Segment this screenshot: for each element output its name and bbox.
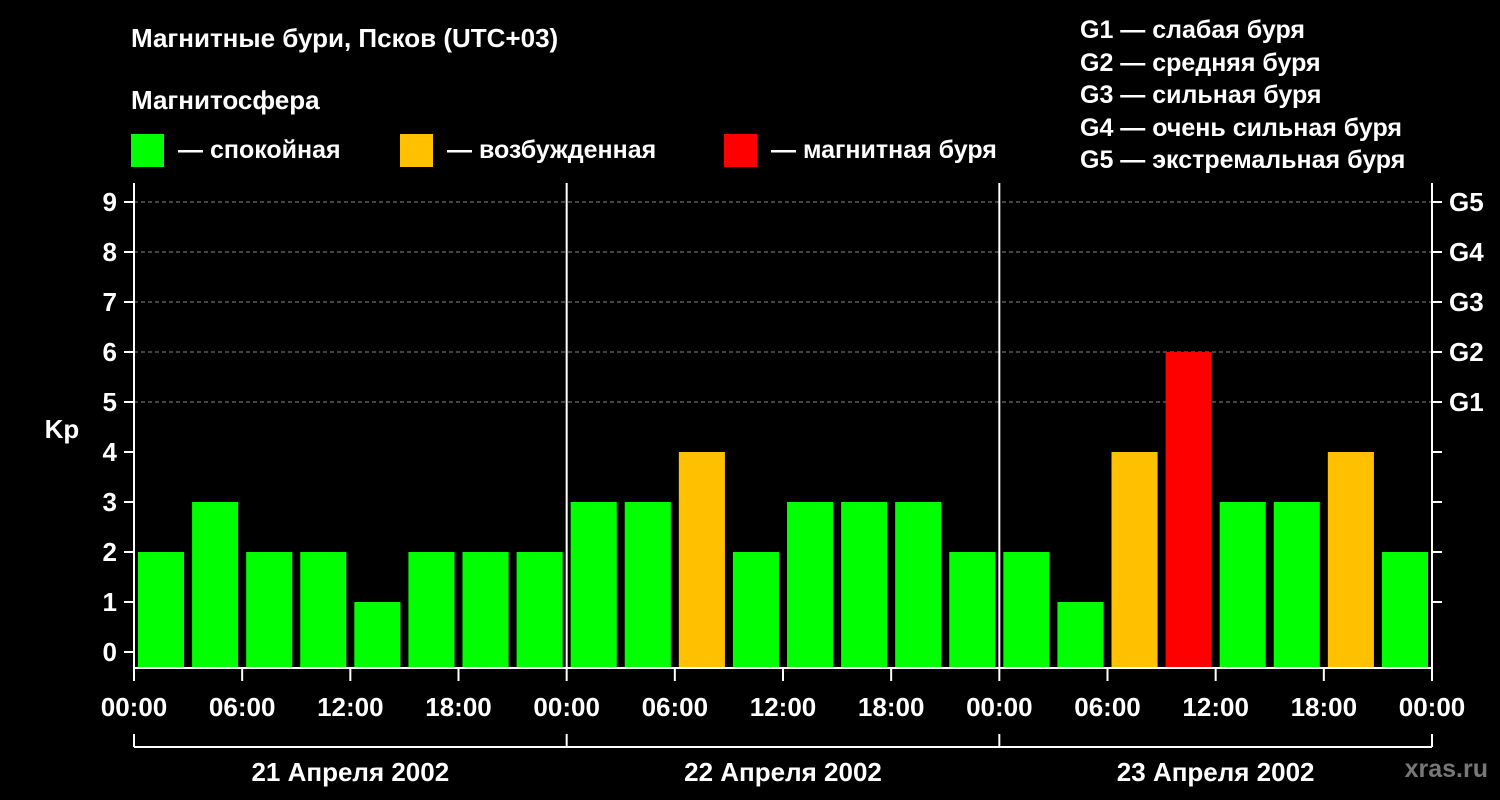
bar (192, 502, 239, 668)
bar (732, 552, 779, 668)
g-tick-label: G4 (1449, 237, 1484, 267)
x-tick-label: 06:00 (1074, 692, 1141, 722)
x-tick-label: 06:00 (642, 692, 709, 722)
x-tick-label: 12:00 (1182, 692, 1249, 722)
x-tick-label: 00:00 (1399, 692, 1466, 722)
bar (841, 502, 888, 668)
bar (354, 602, 401, 668)
bar (1219, 502, 1266, 668)
y-tick-label: 9 (103, 187, 117, 217)
bar (1273, 502, 1320, 668)
x-tick-label: 00:00 (966, 692, 1033, 722)
bar (408, 552, 455, 668)
g-tick-label: G5 (1449, 187, 1484, 217)
y-tick-label: 1 (103, 587, 117, 617)
y-tick-label: 3 (103, 487, 117, 517)
y-axis-label: Kp (45, 414, 80, 444)
x-tick-label: 00:00 (101, 692, 168, 722)
bar (1057, 602, 1104, 668)
g-tick-label: G1 (1449, 387, 1484, 417)
bar (462, 552, 509, 668)
bar (949, 552, 996, 668)
x-tick-label: 12:00 (317, 692, 384, 722)
day-label: 22 Апреля 2002 (684, 757, 882, 787)
bar (1327, 452, 1374, 668)
watermark: xras.ru (1404, 755, 1488, 783)
y-tick-label: 2 (103, 537, 117, 567)
bar (678, 452, 725, 668)
y-tick-label: 8 (103, 237, 117, 267)
g-tick-label: G2 (1449, 337, 1484, 367)
kp-bar-chart: 0 1 2 3 4 5 6 7 8 9 G1 G2 G3 G4 G5 Kp 00:00 06:00 12:00 18:… (45, 183, 1484, 787)
bar (895, 502, 942, 668)
x-tick-label: 18:00 (425, 692, 492, 722)
x-tick-label: 18:00 (858, 692, 925, 722)
y-tick-label: 0 (103, 637, 117, 667)
x-tick-label: 06:00 (209, 692, 276, 722)
bar (624, 502, 671, 668)
y-tick-label: 7 (103, 287, 117, 317)
bar (1381, 552, 1428, 668)
bar (138, 552, 185, 668)
bar (516, 552, 563, 668)
y-tick-label: 4 (103, 437, 118, 467)
day-label: 21 Апреля 2002 (251, 757, 449, 787)
bar (300, 552, 347, 668)
bar (246, 552, 293, 668)
bar (570, 502, 617, 668)
bar (1165, 352, 1212, 668)
x-tick-label: 00:00 (533, 692, 600, 722)
y-tick-label: 5 (103, 387, 117, 417)
bar (1003, 552, 1050, 668)
bar (1111, 452, 1158, 668)
g-tick-label: G3 (1449, 287, 1484, 317)
y-tick-label: 6 (103, 337, 117, 367)
x-tick-label: 18:00 (1291, 692, 1358, 722)
x-tick-label: 12:00 (750, 692, 817, 722)
day-label: 23 Апреля 2002 (1117, 757, 1315, 787)
bar (787, 502, 834, 668)
